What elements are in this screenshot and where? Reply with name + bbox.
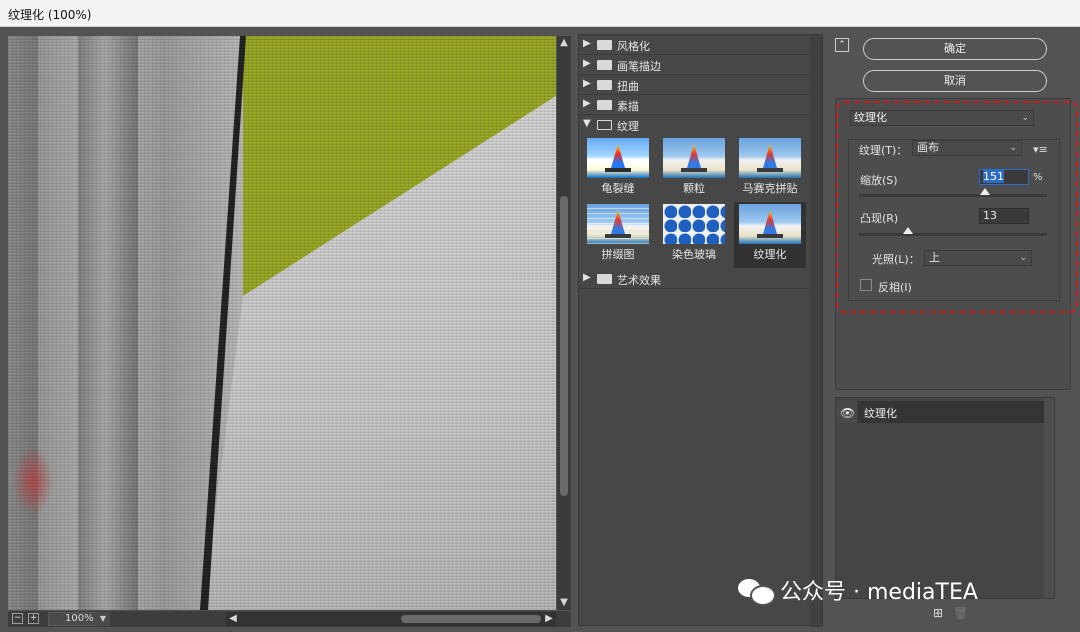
preview-vertical-scrollbar[interactable]: ▲ ▼ (557, 36, 571, 610)
folder-icon (597, 60, 612, 70)
settings-panel: ⌃ 确定 取消 纹理化 ⌄ 纹理(T)： 画布 ⌄ ▾≡ 缩放(S) 151 %… (826, 30, 1080, 632)
scroll-down-icon[interactable]: ▼ (558, 596, 570, 610)
effect-layers-panel: 👁 纹理化 (835, 397, 1055, 599)
minus-icon[interactable]: − (12, 613, 23, 624)
cancel-button[interactable]: 取消 (863, 70, 1047, 92)
plus-icon[interactable]: + (28, 613, 39, 624)
folder-icon (597, 40, 612, 50)
thumbnail (663, 204, 725, 244)
scroll-up-icon[interactable]: ▲ (558, 36, 570, 50)
eye-icon: 👁 (840, 406, 856, 420)
effect-layer-row[interactable]: 👁 纹理化 (836, 401, 1054, 423)
filter-grain[interactable]: 颗粒 (661, 136, 733, 202)
expand-arrow-icon: ▶ (583, 78, 591, 89)
ok-button[interactable]: 确定 (863, 38, 1047, 60)
thumbnail (587, 138, 649, 178)
thumbnail (663, 138, 725, 178)
preview-bottom-bar: − + 100% ▼ ◀ ▶ (8, 611, 571, 627)
zoom-level[interactable]: 100% (48, 612, 102, 626)
chevron-down-icon[interactable]: ▼ (96, 612, 110, 626)
expand-arrow-icon: ▶ (583, 58, 591, 69)
category-stylize[interactable]: ▶ 风格化 (579, 35, 809, 55)
visibility-toggle[interactable]: 👁 (836, 401, 858, 423)
watermark: 公众号 · mediaTEA (738, 574, 978, 606)
thumbnail (587, 204, 649, 244)
thumbnail (739, 204, 801, 244)
category-brush-strokes[interactable]: ▶ 画笔描边 (579, 55, 809, 75)
new-layer-icon[interactable]: ⊞ (931, 607, 945, 621)
category-texture[interactable]: ▼ 纹理 (579, 115, 809, 135)
category-distort[interactable]: ▶ 扭曲 (579, 75, 809, 95)
collapse-arrow-icon: ▼ (583, 118, 591, 129)
category-artistic[interactable]: ▶ 艺术效果 (579, 269, 809, 289)
folder-icon (597, 80, 612, 90)
filter-craquelure[interactable]: 龟裂缝 (585, 136, 657, 202)
highlight-frame (836, 101, 1078, 313)
scroll-right-icon[interactable]: ▶ (542, 612, 556, 626)
filter-mosaic-tiles[interactable]: 马赛克拼贴 (737, 136, 809, 202)
texture-filter-thumbnails: 龟裂缝 颗粒 马赛克拼贴 拼缀图 染色玻璃 纹理化 (585, 136, 813, 271)
scroll-left-icon[interactable]: ◀ (226, 612, 240, 626)
category-sketch[interactable]: ▶ 素描 (579, 95, 809, 115)
folder-icon (597, 100, 612, 110)
filter-gallery: ▶ 风格化 ▶ 画笔描边 ▶ 扭曲 ▶ 素描 ▼ 纹理 龟裂缝 颗粒 马赛克拼贴 (578, 34, 823, 627)
expand-arrow-icon: ▶ (583, 98, 591, 109)
wechat-icon (738, 577, 776, 606)
expand-arrow-icon: ▶ (583, 38, 591, 49)
preview-horizontal-scrollbar[interactable]: ◀ ▶ (226, 612, 556, 626)
open-folder-icon (597, 120, 612, 130)
scroll-thumb-horizontal[interactable] (401, 615, 541, 623)
title-bar: 纹理化 (100%) (0, 0, 1080, 27)
filter-texturizer[interactable]: 纹理化 (734, 202, 806, 268)
window-title: 纹理化 (100%) (8, 8, 92, 22)
collapse-gallery-icon[interactable]: ⌃ (835, 38, 849, 52)
trash-icon[interactable]: 🗑 (953, 607, 968, 621)
thumbnail (739, 138, 801, 178)
preview-canvas[interactable] (8, 36, 556, 610)
folder-icon (597, 274, 612, 284)
expand-arrow-icon: ▶ (583, 272, 591, 283)
gallery-scrollbar[interactable] (810, 35, 822, 627)
scroll-thumb[interactable] (560, 196, 568, 496)
filter-patchwork[interactable]: 拼缀图 (585, 202, 657, 268)
layers-scrollbar[interactable] (1044, 398, 1054, 598)
filter-stained-glass[interactable]: 染色玻璃 (661, 202, 733, 268)
